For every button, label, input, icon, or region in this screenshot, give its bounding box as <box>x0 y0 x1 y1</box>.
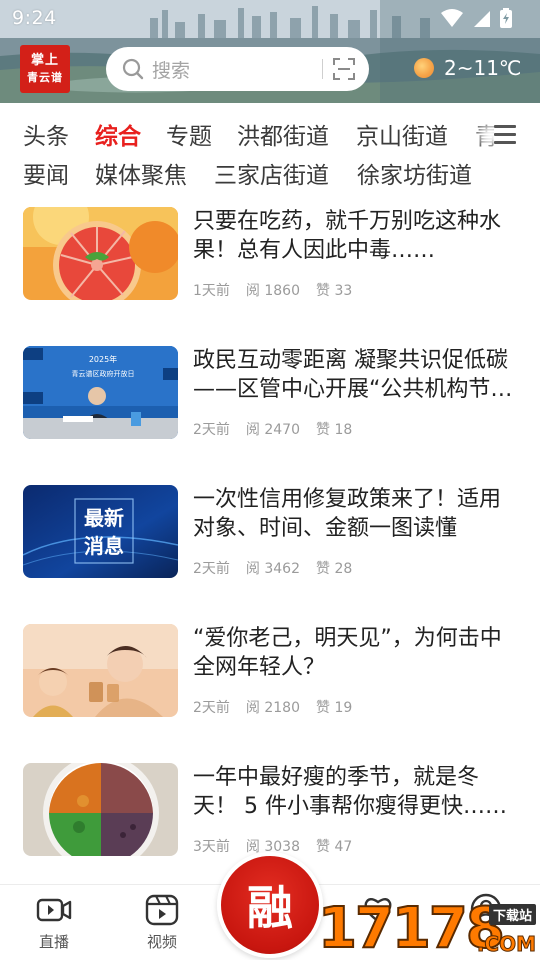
news-title: “爱你老己，明天见”，为何击中全网年轻人？ <box>193 626 502 680</box>
video-icon <box>145 894 179 926</box>
tab-news[interactable]: 要闻 <box>23 156 69 190</box>
news-thumbnail-illustration <box>23 624 178 717</box>
wifi-icon <box>441 9 463 27</box>
scan-icon[interactable] <box>333 58 355 80</box>
center-rong-label: 融 <box>247 881 293 935</box>
conference-banner-year: 2025年 <box>89 354 117 364</box>
sun-icon <box>414 58 434 78</box>
news-meta: 2天前 阅 3462 赞 28 <box>193 558 352 578</box>
logo-line1: 掌上 <box>30 53 59 68</box>
center-rong-button[interactable]: 融 <box>217 852 323 958</box>
nav-service[interactable] <box>348 893 408 931</box>
weather-widget[interactable]: 2~11℃ <box>414 56 521 80</box>
news-item[interactable]: 最新 消息 一次性信用修复政策来了！适用对象、时间、金额一图读懂 2天前 阅 3… <box>0 485 540 624</box>
tab-topics[interactable]: 专题 <box>166 117 212 151</box>
conference-banner-title: 青云谱区政府开放日 <box>72 369 135 378</box>
nav-live[interactable]: 直播 <box>24 893 84 952</box>
search-input[interactable]: 搜索 <box>106 47 369 91</box>
latest-news-line2: 消息 <box>84 534 124 558</box>
news-likes: 赞 19 <box>316 700 353 716</box>
news-item[interactable]: “爱你老己，明天见”，为何击中全网年轻人？ 2天前 阅 2180 赞 19 <box>0 624 540 763</box>
news-reads: 阅 3462 <box>245 561 301 577</box>
news-time: 3天前 <box>193 839 230 855</box>
news-item[interactable]: 只要在吃药，就千万别吃这种水果！总有人因此中毒…… 1天前 阅 1860 赞 3… <box>0 207 540 346</box>
tab-sanjiadian-street[interactable]: 三家店街道 <box>214 156 329 190</box>
news-meta: 1天前 阅 1860 赞 33 <box>193 280 352 300</box>
search-divider <box>322 59 323 79</box>
news-meta: 2天前 阅 2180 赞 19 <box>193 697 352 717</box>
news-likes: 赞 18 <box>316 422 353 438</box>
battery-icon <box>500 8 512 28</box>
news-item[interactable]: 2025年 青云谱区政府开放日 政民互动零距离 凝聚共识促低碳——区管中心开展“… <box>0 346 540 485</box>
news-thumbnail-latest-news: 最新 消息 <box>23 485 178 578</box>
news-time: 1天前 <box>193 283 230 299</box>
news-time: 2天前 <box>193 700 230 716</box>
channel-menu-button[interactable] <box>494 125 516 145</box>
signal-icon <box>474 11 490 27</box>
status-bar: 9:24 <box>0 0 540 36</box>
user-icon <box>470 893 502 925</box>
news-likes: 赞 28 <box>316 561 353 577</box>
latest-news-line1: 最新 <box>84 506 124 530</box>
news-time: 2天前 <box>193 561 230 577</box>
tab-jingshan-street[interactable]: 京山街道 <box>356 117 448 151</box>
news-title: 一次性信用修复政策来了！适用对象、时间、金额一图读懂 <box>193 487 502 541</box>
weather-temperature: 2~11℃ <box>444 56 522 80</box>
live-camera-icon <box>36 898 72 922</box>
nav-profile[interactable] <box>456 893 516 931</box>
news-thumbnail-conference: 2025年 青云谱区政府开放日 <box>23 346 178 439</box>
search-placeholder: 搜索 <box>152 59 191 82</box>
tab-media-focus[interactable]: 媒体聚焦 <box>95 156 187 190</box>
tab-headlines[interactable]: 头条 <box>23 117 69 151</box>
app-logo[interactable]: 掌上 青云谱 <box>20 45 70 93</box>
news-title: 政民互动零距离 凝聚共识促低碳——区管中心开展“公共机构节能”政府开放日活动 <box>193 348 508 402</box>
news-title: 一年中最好瘦的季节，就是冬天！ 5 件小事帮你瘦得更快…… <box>193 765 507 819</box>
news-reads: 阅 2470 <box>245 422 301 438</box>
status-icons <box>440 8 512 28</box>
news-reads: 阅 1860 <box>245 283 301 299</box>
nav-video-label: 视频 <box>146 933 177 951</box>
tab-general[interactable]: 综合 <box>95 117 141 151</box>
news-reads: 阅 2180 <box>245 700 301 716</box>
nav-live-label: 直播 <box>38 933 69 951</box>
news-meta: 2天前 阅 2470 赞 18 <box>193 419 352 439</box>
news-likes: 赞 33 <box>316 283 353 299</box>
heart-hand-icon <box>364 898 392 923</box>
nav-video[interactable]: 视频 <box>132 893 192 952</box>
news-thumbnail-grapefruit <box>23 207 178 300</box>
logo-line2: 青云谱 <box>27 71 63 84</box>
news-time: 2天前 <box>193 422 230 438</box>
header: 9:24 掌上 青云谱 搜索 2~11℃ <box>0 0 540 103</box>
news-title: 只要在吃药，就千万别吃这种水果！总有人因此中毒…… <box>193 209 502 263</box>
channel-tabs: 头条 综合 专题 洪都街道 京山街道 青 要闻 媒体聚焦 三家店街道 徐家坊街道 <box>0 103 540 195</box>
search-icon <box>122 58 144 80</box>
tab-xujiafang-street[interactable]: 徐家坊街道 <box>357 156 472 190</box>
news-thumbnail-food-plate <box>23 763 178 856</box>
status-time: 9:24 <box>12 7 57 29</box>
news-likes: 赞 47 <box>316 839 353 855</box>
tab-hongdu-street[interactable]: 洪都街道 <box>237 117 329 151</box>
